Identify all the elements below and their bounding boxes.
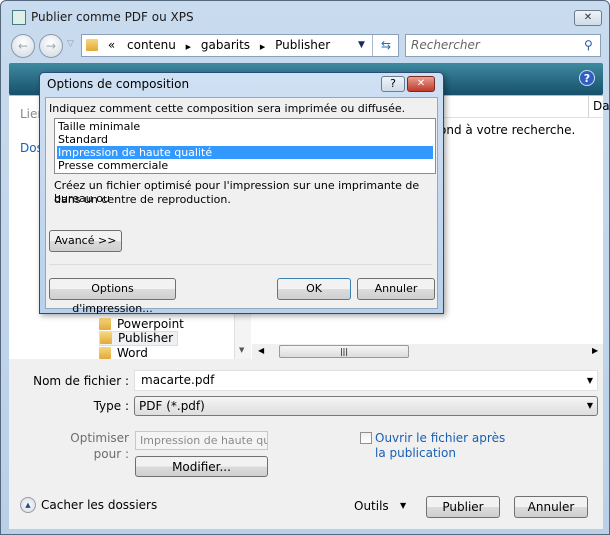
address-dropdown-icon[interactable]: ▼ (358, 35, 365, 56)
empty-list-message: ond à votre recherche. (439, 123, 576, 137)
horizontal-scrollbar[interactable]: ◀ ||| ▶ (252, 344, 603, 360)
divider (49, 264, 432, 265)
dialog-cancel-button[interactable]: Annuler (357, 278, 435, 300)
filename-input[interactable]: macarte.pdf ▼ (134, 370, 598, 391)
cancel-button[interactable]: Annuler (514, 496, 588, 518)
open-after-label-2[interactable]: la publication (375, 446, 456, 460)
composition-listbox[interactable]: Taille minimale Standard Impression de h… (54, 118, 436, 174)
open-after-label[interactable]: Ouvrir le fichier après (375, 431, 505, 445)
tree-item-word[interactable]: Word (99, 346, 148, 360)
ok-button[interactable]: OK (277, 278, 351, 300)
option-taille-minimale[interactable]: Taille minimale (57, 120, 433, 133)
address-bar[interactable]: « contenu ▶ gabarits ▶ Publisher ▼ ⇆ (81, 34, 399, 57)
app-icon (12, 10, 26, 25)
dialog-prompt: Indiquez comment cette composition sera … (49, 102, 406, 115)
chevron-right-icon[interactable]: ▶ (260, 43, 265, 51)
scroll-down-icon: ▼ (239, 346, 245, 354)
scroll-left-icon: ◀ (258, 346, 265, 355)
breadcrumb-gabarits[interactable]: gabarits (201, 38, 250, 52)
type-label: Type : (93, 399, 129, 413)
save-options-panel: Nom de fichier : macarte.pdf ▼ Type : PDF… (9, 359, 603, 529)
tree-item-powerpoint[interactable]: Powerpoint (99, 317, 184, 331)
tools-dropdown-icon[interactable]: ▼ (400, 501, 406, 510)
chevron-down-icon: ▼ (586, 376, 593, 385)
forward-button[interactable]: → (39, 34, 63, 58)
column-header-date[interactable]: Da (588, 96, 610, 118)
recent-pages-dropdown-icon[interactable]: ▽ (67, 39, 74, 49)
chevron-right-icon[interactable]: ▶ (186, 43, 191, 51)
folder-icon (99, 318, 111, 330)
dialog-help-button[interactable]: ? (381, 76, 405, 92)
hide-folders-button[interactable]: Cacher les dossiers (41, 498, 157, 512)
breadcrumb-overflow[interactable]: « (108, 38, 115, 52)
folder-icon (86, 39, 98, 51)
back-button[interactable]: ← (11, 34, 35, 58)
scroll-right-icon: ▶ (592, 346, 599, 355)
search-icon[interactable]: ⚲ (584, 35, 593, 56)
scroll-thumb: ||| (279, 345, 409, 358)
type-select[interactable]: PDF (*.pdf) ▼ (134, 396, 598, 416)
option-standard[interactable]: Standard (57, 133, 433, 146)
breadcrumb-contenu[interactable]: contenu (127, 38, 176, 52)
chevron-up-icon[interactable]: ▲ (20, 497, 36, 513)
search-input[interactable]: Rechercher ⚲ (405, 34, 601, 57)
publish-button[interactable]: Publier (426, 496, 500, 518)
close-button[interactable]: ✕ (574, 10, 602, 26)
breadcrumb-publisher[interactable]: Publisher (275, 38, 330, 52)
dialog-close-button[interactable]: ✕ (407, 76, 435, 92)
folder-icon (100, 332, 112, 344)
refresh-icon[interactable]: ⇆ (372, 35, 399, 56)
optimize-label: Optimiser (70, 431, 129, 445)
filename-label: Nom de fichier : (33, 374, 129, 388)
option-haute-qualite[interactable]: Impression de haute qualité (57, 146, 433, 159)
tree-item-publisher[interactable]: Publisher (99, 331, 179, 346)
open-after-checkbox[interactable] (360, 432, 372, 444)
folder-icon (99, 347, 111, 359)
option-presse-commerciale[interactable]: Presse commerciale (57, 159, 433, 172)
composition-options-dialog: Options de composition ? ✕ Indiquez comm… (39, 72, 444, 315)
chevron-down-icon: ▼ (586, 401, 593, 410)
optimize-field: Impression de haute qua (135, 431, 268, 450)
dialog-title: Options de composition (47, 77, 190, 91)
window-title: Publier comme PDF ou XPS (31, 10, 194, 24)
tools-menu[interactable]: Outils (354, 499, 389, 513)
print-options-button[interactable]: Options d'impression... (49, 278, 176, 315)
advanced-button[interactable]: Avancé >> (49, 230, 122, 252)
modify-button[interactable]: Modifier... (135, 456, 268, 477)
optimize-label-2: pour : (93, 447, 129, 461)
option-description-2: dans un centre de reproduction. (54, 193, 231, 206)
help-icon[interactable]: ? (579, 70, 595, 86)
